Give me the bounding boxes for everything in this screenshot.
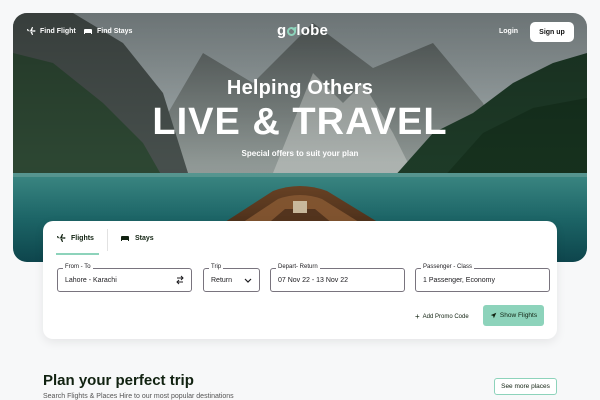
- nav-find-stays[interactable]: Find Stays: [83, 26, 132, 36]
- bed-icon: [84, 29, 92, 34]
- page: Find Flight Find Stays g lobe Login Sign …: [0, 0, 600, 400]
- airplane-icon: [27, 27, 36, 35]
- passenger-class-value: 1 Passenger, Economy: [423, 277, 495, 284]
- see-more-places-button[interactable]: See more places: [494, 378, 557, 395]
- tab-flights-label: Flights: [71, 234, 94, 242]
- airplane-icon: [57, 234, 66, 242]
- show-flights-button[interactable]: Show Flights: [483, 305, 544, 326]
- logo-plane-icon: [286, 26, 296, 36]
- passenger-class-field[interactable]: Passenger - Class 1 Passenger, Economy: [415, 264, 550, 292]
- search-card: Flights Stays From - To Lahore - Karachi…: [43, 221, 557, 339]
- hero-subtitle: Helping Others: [226, 77, 374, 99]
- hero-tagline: Special offers to suit your plan: [241, 149, 359, 158]
- from-to-field[interactable]: From - To Lahore - Karachi: [57, 264, 192, 292]
- swap-icon[interactable]: [175, 275, 185, 285]
- show-flights-label: Show Flights: [499, 312, 538, 319]
- from-to-label: From - To: [63, 264, 93, 270]
- tab-stays-label: Stays: [135, 234, 154, 242]
- chevron-down-icon: [244, 278, 252, 283]
- nav-find-stays-label: Find Stays: [97, 27, 133, 35]
- plus-icon: +: [415, 312, 420, 321]
- depart-return-value: 07 Nov 22 - 13 Nov 22: [278, 277, 349, 284]
- tab-stays[interactable]: Stays: [120, 233, 154, 243]
- signup-button[interactable]: Sign up: [530, 22, 574, 42]
- from-to-value: Lahore - Karachi: [65, 277, 117, 284]
- section-title: Plan your perfect trip: [43, 372, 194, 389]
- logo[interactable]: g lobe: [277, 22, 328, 39]
- nav-find-flight-label: Find Flight: [40, 27, 76, 35]
- section-subtitle: Search Flights & Places Hire to our most…: [43, 393, 234, 400]
- trip-value: Return: [211, 277, 233, 284]
- trip-label: Trip: [209, 264, 224, 270]
- nav-find-flight[interactable]: Find Flight: [26, 26, 76, 36]
- hero-title: LIVE & TRAVEL: [152, 101, 448, 143]
- passenger-class-label: Passenger - Class: [421, 264, 475, 270]
- trip-select[interactable]: Trip Return: [203, 264, 260, 292]
- bed-icon: [121, 236, 129, 241]
- paper-plane-icon: [490, 312, 497, 319]
- active-tab-indicator: [56, 253, 99, 255]
- depart-return-field[interactable]: Depart- Return 07 Nov 22 - 13 Nov 22: [270, 264, 405, 292]
- add-promo-code-link[interactable]: + Add Promo Code: [415, 312, 469, 321]
- add-promo-code-label: Add Promo Code: [422, 313, 469, 320]
- top-navigation: Find Flight Find Stays g lobe Login Sign …: [13, 13, 587, 53]
- tab-flights[interactable]: Flights: [56, 233, 94, 243]
- tab-divider: [107, 229, 108, 251]
- depart-return-label: Depart- Return: [276, 264, 320, 270]
- login-link[interactable]: Login: [499, 28, 518, 35]
